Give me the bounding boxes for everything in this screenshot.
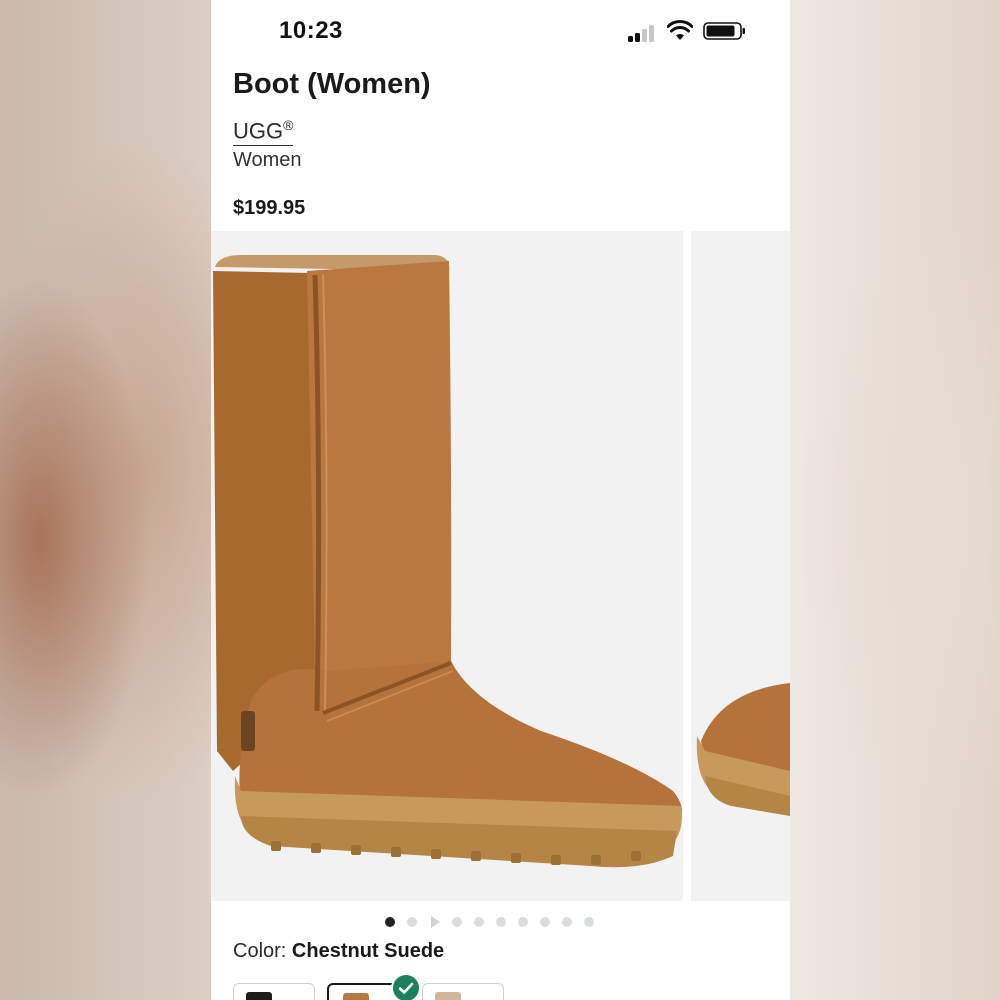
boot-image: [213, 255, 682, 868]
carousel-indicator: [385, 915, 595, 929]
product-category: Women: [233, 149, 302, 171]
product-page: 10:23 Boot (Women) UGG® Women $199.95 Co…: [211, 0, 790, 1000]
product-price: $199.95: [233, 197, 306, 219]
selected-check-icon: [391, 973, 421, 1000]
carousel-dot[interactable]: [540, 917, 550, 927]
status-time: 10:23: [279, 17, 343, 44]
selected-color-name: Chestnut Suede: [291, 940, 445, 962]
carousel-dot[interactable]: [518, 917, 528, 927]
cellular-signal-icon: [628, 22, 658, 42]
carousel-dot[interactable]: [584, 917, 594, 927]
carousel-dot[interactable]: [474, 917, 484, 927]
video-play-icon[interactable]: [431, 916, 440, 928]
color-label: Color:: [233, 940, 287, 962]
product-image-next[interactable]: [691, 231, 790, 901]
swatch-sand[interactable]: [422, 983, 504, 1000]
brand-link[interactable]: UGG®: [233, 112, 294, 147]
battery-icon: [703, 22, 745, 40]
product-image-main[interactable]: [211, 231, 683, 901]
carousel-dot[interactable]: [407, 917, 417, 927]
boot-image-partial: [696, 683, 790, 816]
wifi-icon: [667, 20, 693, 40]
color-selection: Color: Chestnut Suede: [233, 940, 444, 963]
brand-name: UGG: [233, 118, 284, 144]
product-title: Boot (Women): [233, 68, 431, 100]
carousel-dot[interactable]: [496, 917, 506, 927]
registered-mark: ®: [283, 117, 294, 133]
carousel-dot[interactable]: [562, 917, 572, 927]
carousel-dot[interactable]: [385, 917, 395, 927]
image-carousel[interactable]: [211, 231, 790, 901]
status-bar: 10:23: [211, 0, 790, 62]
swatch-black[interactable]: [233, 983, 315, 1000]
carousel-dot[interactable]: [452, 917, 462, 927]
